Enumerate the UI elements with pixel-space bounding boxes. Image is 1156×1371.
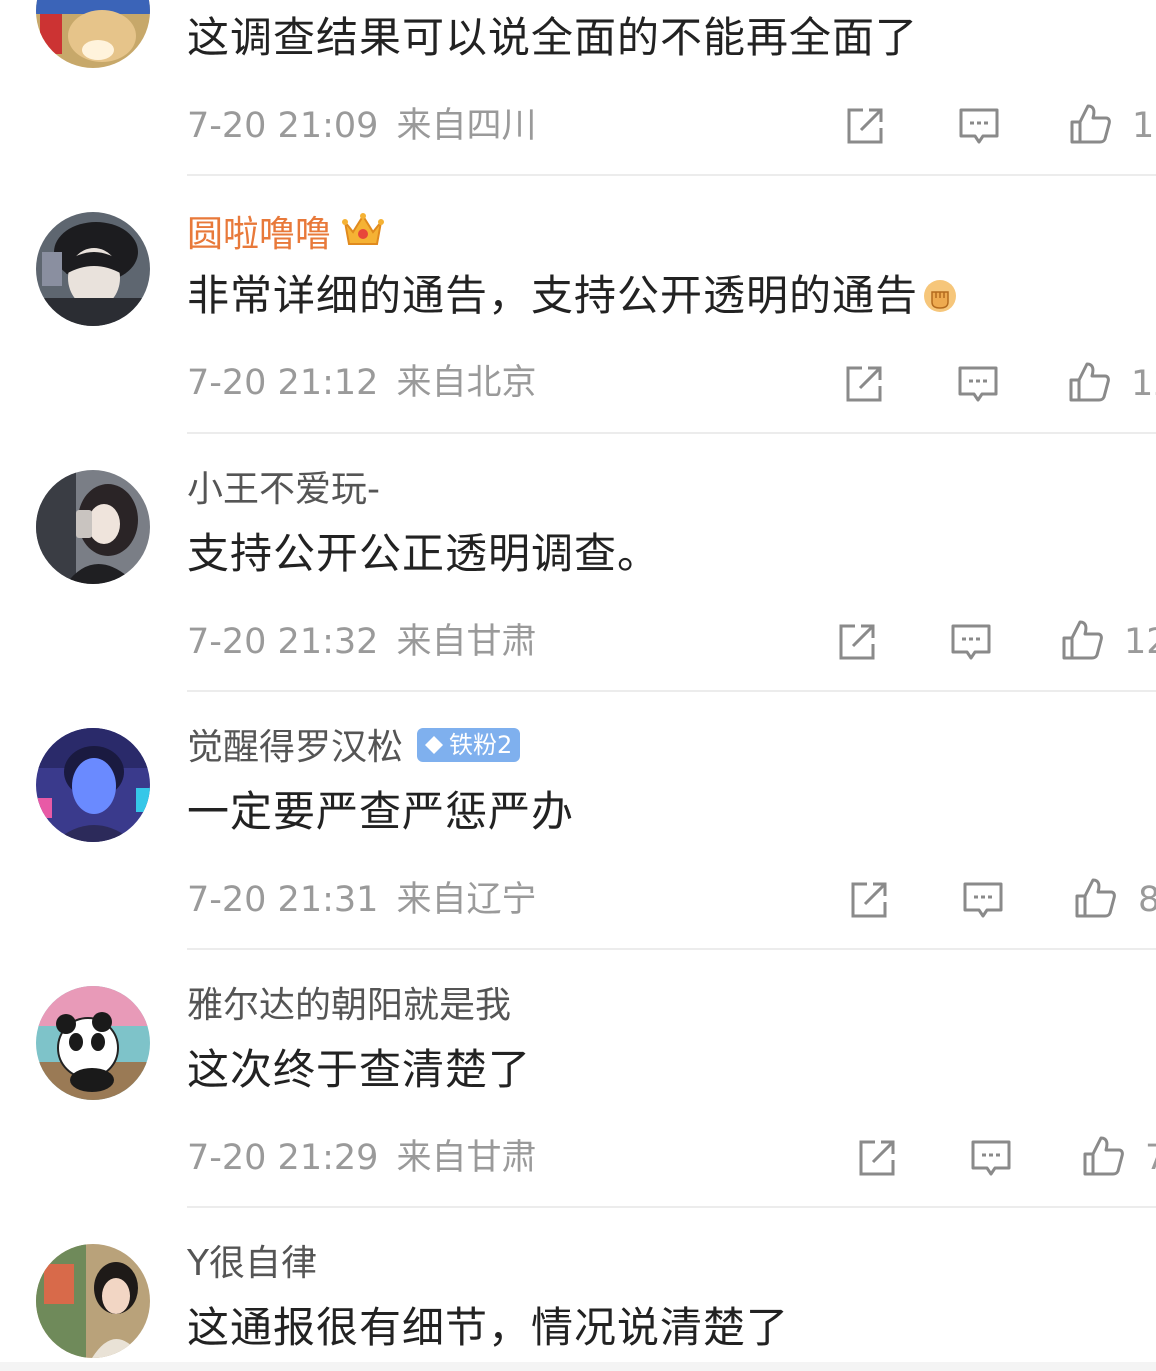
- comment-location: 来自辽宁: [396, 880, 537, 920]
- divider: [187, 432, 1156, 434]
- avatar[interactable]: [36, 986, 150, 1100]
- like-count: 7: [1145, 1136, 1156, 1180]
- like-icon[interactable]: [1068, 102, 1112, 146]
- divider: [187, 174, 1156, 176]
- comment-location: 来自北京: [396, 363, 537, 403]
- comment-time: 7-20 21:09: [187, 106, 379, 146]
- comment-text: 一定要严查严惩严办: [187, 787, 575, 836]
- like-count: 8: [1138, 880, 1156, 920]
- comment-time: 7-20 21:12: [187, 363, 379, 403]
- comment-location: 来自甘肃: [396, 1138, 537, 1178]
- comment-location: 来自四川: [396, 106, 537, 146]
- username[interactable]: Y很自律: [187, 1242, 317, 1286]
- comment-text: 这通报很有细节，情况说清楚了: [187, 1303, 790, 1352]
- avatar[interactable]: [36, 728, 150, 842]
- comment-text: 这次终于查清楚了: [187, 1045, 532, 1094]
- username[interactable]: 圆啦噜噜: [187, 210, 385, 257]
- share-icon[interactable]: [847, 878, 891, 922]
- comment-icon[interactable]: [969, 1136, 1013, 1180]
- bottom-bar: [0, 1362, 1156, 1371]
- diamond-icon: [425, 736, 444, 754]
- comment-meta: 7-20 21:09 来自四川: [187, 104, 536, 148]
- fan-badge: 铁粉2: [417, 728, 521, 762]
- like-icon[interactable]: [1067, 360, 1111, 404]
- avatar[interactable]: [36, 0, 150, 68]
- username[interactable]: 雅尔达的朝阳就是我: [187, 984, 511, 1028]
- like-count: 12: [1124, 622, 1156, 662]
- comment-icon[interactable]: [956, 362, 1000, 406]
- comment-meta: 7-20 21:29 来自甘肃: [187, 1136, 536, 1180]
- crown-icon: [342, 213, 385, 245]
- comment-text: 这调查结果可以说全面的不能再全面了: [187, 13, 919, 62]
- divider: [187, 948, 1156, 950]
- fist-emoji-icon: [924, 280, 957, 312]
- like-icon[interactable]: [1081, 1134, 1125, 1178]
- username[interactable]: 觉醒得罗汉松 铁粉2: [187, 726, 521, 770]
- share-icon[interactable]: [835, 620, 879, 664]
- avatar[interactable]: [36, 1244, 150, 1358]
- comment-meta: 7-20 21:31 来自辽宁: [187, 878, 536, 922]
- divider: [187, 1206, 1156, 1208]
- comment-text: 非常详细的通告，支持公开透明的通告: [187, 270, 958, 322]
- share-icon[interactable]: [855, 1136, 899, 1180]
- share-icon[interactable]: [843, 104, 887, 148]
- divider: [187, 690, 1156, 692]
- like-count: 17: [1132, 106, 1156, 146]
- comment-icon[interactable]: [957, 104, 1001, 148]
- avatar[interactable]: [36, 212, 150, 326]
- like-icon[interactable]: [1060, 618, 1104, 662]
- share-icon[interactable]: [842, 362, 886, 406]
- avatar[interactable]: [36, 470, 150, 584]
- comment-time: 7-20 21:32: [187, 622, 379, 662]
- username[interactable]: 小王不爱玩-: [187, 468, 380, 512]
- comment-meta: 7-20 21:12 来自北京: [187, 361, 536, 405]
- comment-location: 来自甘肃: [396, 622, 537, 662]
- comment-icon[interactable]: [949, 620, 993, 664]
- comment-time: 7-20 21:31: [187, 880, 379, 920]
- comment-meta: 7-20 21:32 来自甘肃: [187, 620, 536, 664]
- like-count: 12: [1131, 364, 1156, 404]
- like-icon[interactable]: [1073, 876, 1117, 920]
- comment-text: 支持公开公正透明调查。: [187, 529, 661, 578]
- comment-icon[interactable]: [961, 878, 1005, 922]
- comment-time: 7-20 21:29: [187, 1138, 379, 1178]
